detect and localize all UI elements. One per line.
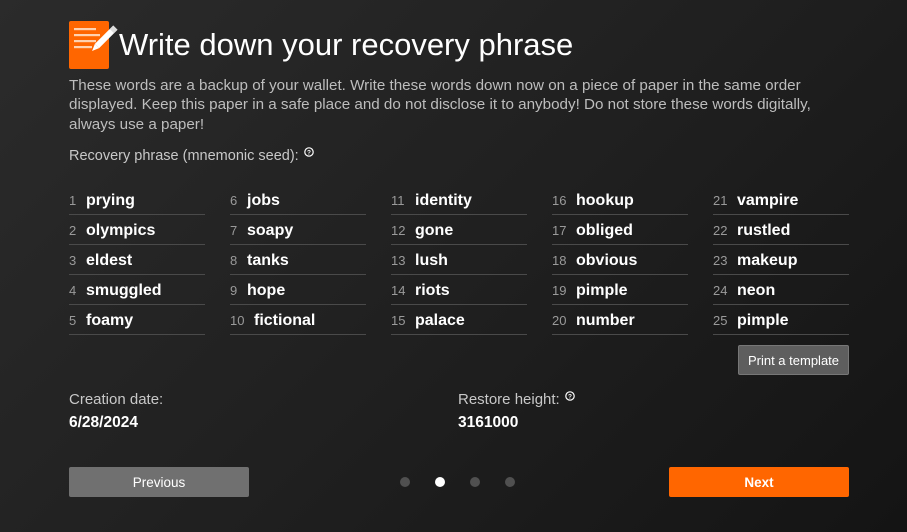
mnemonic-word-20: 20 number bbox=[552, 305, 688, 335]
mnemonic-word-6: 6 jobs bbox=[230, 185, 366, 215]
header: Write down your recovery phrase bbox=[69, 20, 573, 70]
mnemonic-grid: 1 prying 2 olympics 3 eldest 4 smuggled 5 foamy 6 j… bbox=[69, 185, 850, 335]
question-circle-icon[interactable]: ? bbox=[303, 145, 314, 161]
page-dot-4 bbox=[505, 477, 515, 487]
word-number: 10 bbox=[230, 313, 245, 328]
word-text: gone bbox=[415, 221, 454, 239]
word-text: riots bbox=[415, 281, 450, 299]
mnemonic-word-13: 13 lush bbox=[391, 245, 527, 275]
word-number: 12 bbox=[391, 223, 406, 238]
mnemonic-word-12: 12 gone bbox=[391, 215, 527, 245]
word-number: 25 bbox=[713, 313, 728, 328]
word-text: smuggled bbox=[86, 281, 162, 299]
notepad-pencil-icon bbox=[69, 20, 119, 70]
next-button[interactable]: Next bbox=[669, 467, 849, 497]
recovery-phrase-label-text: Recovery phrase (mnemonic seed): bbox=[69, 148, 299, 164]
word-text: makeup bbox=[737, 251, 798, 269]
word-number: 11 bbox=[391, 193, 405, 208]
mnemonic-word-24: 24 neon bbox=[713, 275, 849, 305]
restore-height-label: Restore height: ? bbox=[458, 391, 575, 408]
word-number: 7 bbox=[230, 223, 238, 238]
word-number: 18 bbox=[552, 253, 567, 268]
word-number: 5 bbox=[69, 313, 77, 328]
print-template-button[interactable]: Print a template bbox=[738, 345, 849, 375]
word-number: 15 bbox=[391, 313, 406, 328]
mnemonic-word-21: 21 vampire bbox=[713, 185, 849, 215]
word-number: 13 bbox=[391, 253, 406, 268]
word-number: 16 bbox=[552, 193, 567, 208]
word-number: 14 bbox=[391, 283, 406, 298]
word-text: pimple bbox=[737, 311, 789, 329]
description-text: These words are a backup of your wallet.… bbox=[69, 77, 811, 133]
word-text: hope bbox=[247, 281, 286, 299]
word-text: obvious bbox=[576, 251, 638, 269]
page-indicator bbox=[400, 477, 515, 487]
word-text: eldest bbox=[86, 251, 133, 269]
mnemonic-word-11: 11 identity bbox=[391, 185, 527, 215]
word-number: 17 bbox=[552, 223, 567, 238]
mnemonic-word-8: 8 tanks bbox=[230, 245, 366, 275]
mnemonic-word-22: 22 rustled bbox=[713, 215, 849, 245]
word-number: 6 bbox=[230, 193, 238, 208]
mnemonic-word-9: 9 hope bbox=[230, 275, 366, 305]
word-number: 2 bbox=[69, 223, 77, 238]
word-number: 19 bbox=[552, 283, 567, 298]
mnemonic-word-5: 5 foamy bbox=[69, 305, 205, 335]
word-number: 20 bbox=[552, 313, 567, 328]
word-number: 23 bbox=[713, 253, 728, 268]
word-text: soapy bbox=[247, 221, 294, 239]
mnemonic-word-15: 15 palace bbox=[391, 305, 527, 335]
mnemonic-word-7: 7 soapy bbox=[230, 215, 366, 245]
word-text: foamy bbox=[86, 311, 134, 329]
word-number: 22 bbox=[713, 223, 728, 238]
word-text: palace bbox=[415, 311, 465, 329]
page-dot-1 bbox=[400, 477, 410, 487]
page-dot-2 bbox=[435, 477, 445, 487]
creation-date-label: Creation date: bbox=[69, 391, 164, 408]
word-text: tanks bbox=[247, 251, 289, 269]
mnemonic-word-18: 18 obvious bbox=[552, 245, 688, 275]
word-text: prying bbox=[86, 191, 135, 209]
word-text: rustled bbox=[737, 221, 791, 239]
word-number: 21 bbox=[713, 193, 728, 208]
page-title: Write down your recovery phrase bbox=[119, 27, 574, 62]
word-text: identity bbox=[415, 191, 472, 209]
mnemonic-word-1: 1 prying bbox=[69, 185, 205, 215]
word-number: 1 bbox=[69, 193, 77, 208]
word-number: 8 bbox=[230, 253, 238, 268]
svg-text:?: ? bbox=[568, 394, 572, 401]
word-text: hookup bbox=[576, 191, 634, 209]
word-number: 24 bbox=[713, 283, 728, 298]
word-text: obliged bbox=[576, 221, 633, 239]
word-number: 4 bbox=[69, 283, 77, 298]
word-text: pimple bbox=[576, 281, 628, 299]
mnemonic-word-14: 14 riots bbox=[391, 275, 527, 305]
mnemonic-word-3: 3 eldest bbox=[69, 245, 205, 275]
word-text: jobs bbox=[247, 191, 280, 209]
restore-height-value: 3161000 bbox=[458, 414, 519, 431]
restore-height-label-text: Restore height: bbox=[458, 391, 560, 408]
mnemonic-word-17: 17 obliged bbox=[552, 215, 688, 245]
mnemonic-word-23: 23 makeup bbox=[713, 245, 849, 275]
word-number: 9 bbox=[230, 283, 238, 298]
word-text: fictional bbox=[254, 311, 316, 329]
word-number: 3 bbox=[69, 253, 77, 268]
word-text: vampire bbox=[737, 191, 799, 209]
previous-button[interactable]: Previous bbox=[69, 467, 249, 497]
mnemonic-word-25: 25 pimple bbox=[713, 305, 849, 335]
mnemonic-word-16: 16 hookup bbox=[552, 185, 688, 215]
mnemonic-word-19: 19 pimple bbox=[552, 275, 688, 305]
page-dot-3 bbox=[470, 477, 480, 487]
recovery-phrase-label: Recovery phrase (mnemonic seed): ? bbox=[69, 145, 314, 164]
question-circle-icon[interactable]: ? bbox=[564, 388, 575, 405]
word-text: olympics bbox=[86, 221, 156, 239]
word-text: neon bbox=[737, 281, 776, 299]
svg-text:?: ? bbox=[307, 150, 311, 157]
word-text: lush bbox=[415, 251, 448, 269]
word-text: number bbox=[576, 311, 635, 329]
mnemonic-word-2: 2 olympics bbox=[69, 215, 205, 245]
creation-date-value: 6/28/2024 bbox=[69, 414, 138, 431]
mnemonic-word-10: 10 fictional bbox=[230, 305, 366, 335]
mnemonic-word-4: 4 smuggled bbox=[69, 275, 205, 305]
